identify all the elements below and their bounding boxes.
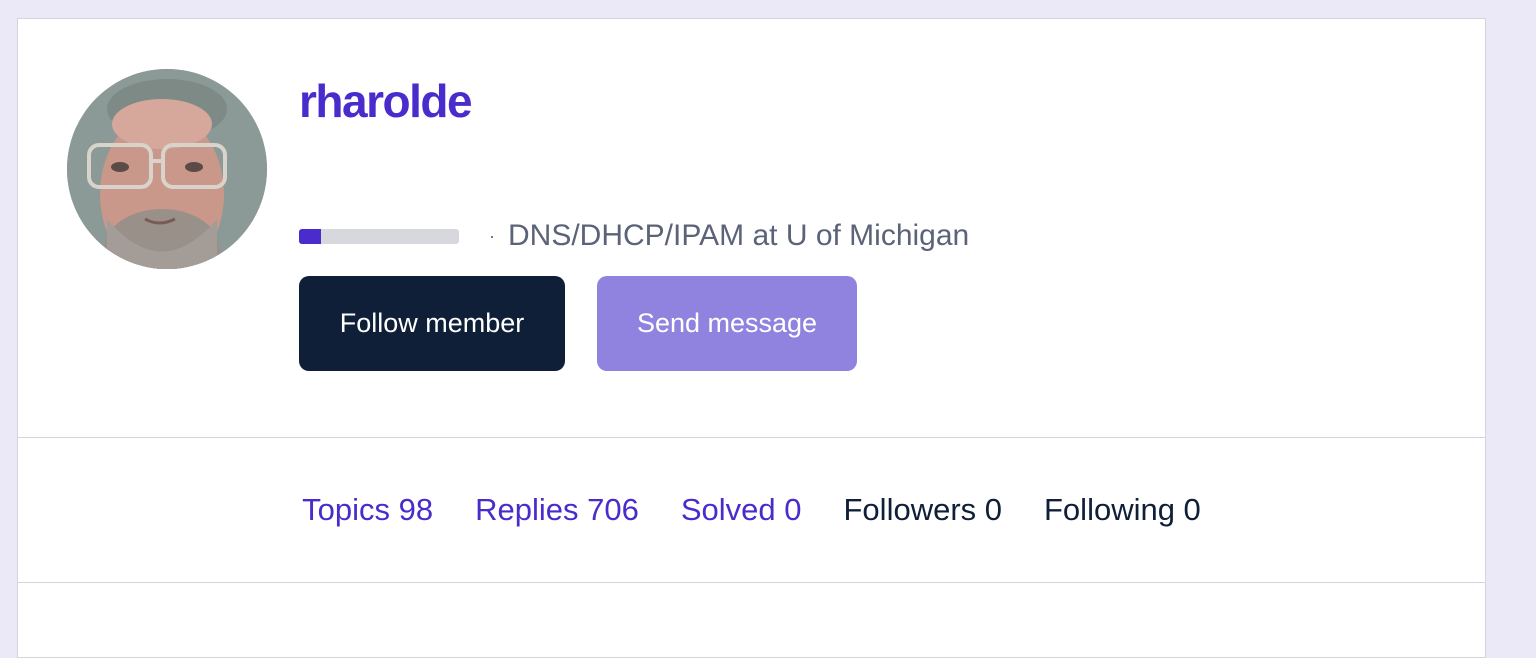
- stat-following: Following 0: [1044, 491, 1201, 527]
- separator-dot: ·: [489, 225, 495, 246]
- rank-row: · DNS/DHCP/IPAM at U of Michigan: [299, 219, 969, 253]
- follow-member-button[interactable]: Follow member: [299, 276, 565, 371]
- member-tagline: DNS/DHCP/IPAM at U of Michigan: [508, 219, 970, 252]
- profile-header: rharolde · DNS/DHCP/IPAM at U of Michiga…: [18, 19, 1485, 438]
- stat-followers: Followers 0: [843, 491, 1003, 527]
- profile-stats: Topics 98 Replies 706 Solved 0 Followers…: [18, 437, 1485, 583]
- send-message-button[interactable]: Send message: [597, 276, 857, 371]
- profile-card: rharolde · DNS/DHCP/IPAM at U of Michiga…: [17, 18, 1486, 658]
- stat-topics[interactable]: Topics 98: [302, 492, 433, 528]
- avatar-photo: [67, 69, 267, 269]
- stat-solved[interactable]: Solved 0: [681, 492, 802, 528]
- rank-progress-bar: [299, 228, 459, 244]
- rank-progress-fill: [299, 228, 322, 244]
- avatar: [67, 69, 267, 269]
- username[interactable]: rharolde: [299, 74, 473, 128]
- stat-replies[interactable]: Replies 706: [475, 492, 639, 528]
